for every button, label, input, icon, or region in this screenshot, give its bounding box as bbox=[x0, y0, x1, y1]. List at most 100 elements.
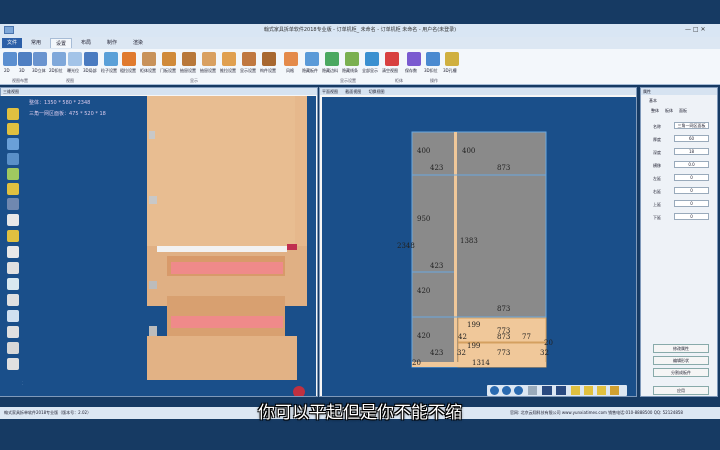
tab-render[interactable]: 渲染 bbox=[128, 38, 148, 48]
font-larger-icon[interactable] bbox=[542, 386, 552, 395]
window-controls[interactable]: — □ ✕ bbox=[685, 26, 706, 33]
edit-shape-button[interactable]: 编辑形状 bbox=[653, 356, 709, 365]
dim-label: 20 bbox=[544, 339, 553, 347]
tab-switch-view[interactable]: 切换视图 bbox=[369, 89, 385, 94]
hide-line-icon[interactable] bbox=[345, 52, 359, 66]
prop-bottom-field[interactable]: 0 bbox=[674, 213, 709, 220]
tab-file[interactable]: 文件 bbox=[2, 38, 23, 48]
slide-settings-icon[interactable] bbox=[222, 52, 236, 66]
dim-label: 2348 bbox=[397, 242, 415, 250]
prop-label: 厚度 bbox=[653, 137, 661, 142]
font-smaller-icon[interactable] bbox=[556, 386, 566, 395]
tab-whole[interactable]: 整体 bbox=[651, 108, 659, 114]
component-settings-icon[interactable] bbox=[262, 52, 276, 66]
properties-sub: 基本 bbox=[649, 98, 657, 103]
dim-label: 1314 bbox=[472, 359, 490, 367]
zoom-tool-icon[interactable] bbox=[7, 138, 19, 150]
prop-right-field[interactable]: 0 bbox=[674, 187, 709, 194]
grid-icon[interactable] bbox=[7, 278, 19, 290]
modify-properties-button[interactable]: 修改属性 bbox=[653, 344, 709, 353]
hide-edge-icon[interactable] bbox=[325, 52, 339, 66]
view-3d-icon[interactable] bbox=[18, 52, 32, 66]
split-board-button[interactable]: 分割成板件 bbox=[653, 368, 709, 377]
dim-label: 873 bbox=[497, 305, 511, 313]
ribbon-label: 3D局部 bbox=[83, 68, 97, 73]
tab-layout[interactable]: 布局 bbox=[76, 38, 96, 48]
particle-settings-icon[interactable] bbox=[104, 52, 118, 66]
lock-3-icon[interactable] bbox=[597, 386, 606, 395]
tab-face[interactable]: 面板 bbox=[679, 108, 687, 114]
ribbon-label: 3D bbox=[19, 68, 25, 73]
prop-left-field[interactable]: 0 bbox=[674, 174, 709, 181]
2d-viewport[interactable]: 400 400 423 873 950 423 1383 2348 420 87… bbox=[322, 97, 636, 396]
prop-top-field[interactable]: 0 bbox=[674, 200, 709, 207]
prop-offset-field[interactable]: 0.0 bbox=[674, 161, 709, 168]
zoom-out-icon[interactable] bbox=[502, 386, 511, 395]
prop-label: 横移 bbox=[653, 163, 661, 168]
local-3d-icon[interactable] bbox=[84, 52, 98, 66]
buckle-3d-icon[interactable] bbox=[426, 52, 440, 66]
cabinet-settings-icon[interactable] bbox=[142, 52, 156, 66]
ribbon-label: 2D bbox=[4, 68, 10, 73]
layer-icon[interactable] bbox=[7, 262, 19, 274]
hole-3d-icon[interactable] bbox=[445, 52, 459, 66]
tab-plan-view[interactable]: 平面视图 bbox=[322, 89, 338, 94]
lock-2-icon[interactable] bbox=[584, 386, 593, 395]
exposure-icon[interactable] bbox=[68, 52, 82, 66]
settings-icon[interactable] bbox=[7, 342, 19, 354]
tab-common[interactable]: 常用 bbox=[26, 38, 46, 48]
view-top-icon[interactable] bbox=[7, 214, 19, 226]
tab-section-view[interactable]: 截面视图 bbox=[345, 89, 361, 94]
ribbon-label: 3D扣位 bbox=[424, 68, 438, 73]
style-icon[interactable] bbox=[284, 52, 298, 66]
dim-label: 873 bbox=[497, 333, 511, 341]
view-2d-icon[interactable] bbox=[3, 52, 17, 66]
show-all-icon[interactable] bbox=[365, 52, 379, 66]
view-3d-solid-icon[interactable] bbox=[33, 52, 47, 66]
buckle-2d-icon[interactable] bbox=[52, 52, 66, 66]
drawer-settings-icon[interactable] bbox=[182, 52, 196, 66]
select-tool-icon[interactable] bbox=[7, 168, 19, 180]
print-view-icon[interactable] bbox=[528, 386, 537, 395]
3d-viewport[interactable]: 整体：1350 * 580 * 2348 三角一网区面板：475 * 520 *… bbox=[7, 96, 316, 396]
apply-button[interactable]: 应用 bbox=[653, 386, 709, 395]
hide-board-icon[interactable] bbox=[305, 52, 319, 66]
zoom-fit-icon[interactable] bbox=[514, 386, 523, 395]
view-side-icon[interactable] bbox=[7, 230, 19, 242]
door-settings-icon[interactable] bbox=[162, 52, 176, 66]
dim-label: 32 bbox=[457, 349, 466, 357]
prop-thickness-field[interactable]: 60 bbox=[674, 135, 709, 142]
tab-board[interactable]: 板体 bbox=[665, 108, 673, 114]
tab-make[interactable]: 制作 bbox=[102, 38, 122, 48]
quick-access-icon[interactable] bbox=[4, 26, 14, 34]
pan-tool-icon[interactable] bbox=[7, 153, 19, 165]
rotate-tool-icon[interactable] bbox=[7, 123, 19, 135]
ribbon-label: 3D孔槽 bbox=[443, 68, 457, 73]
palette-icon[interactable] bbox=[7, 246, 19, 258]
clear-view-icon[interactable] bbox=[385, 52, 399, 66]
measure-tool-icon[interactable] bbox=[7, 183, 19, 195]
prop-depth-field[interactable]: 18 bbox=[674, 148, 709, 155]
display-settings-icon[interactable] bbox=[242, 52, 256, 66]
snapshot-icon[interactable] bbox=[7, 294, 19, 306]
view-front-icon[interactable] bbox=[7, 198, 19, 210]
export-image-icon[interactable] bbox=[610, 386, 619, 395]
zoom-in-icon[interactable] bbox=[490, 386, 499, 395]
prop-name-field[interactable]: 三角一网区面板 bbox=[674, 122, 709, 129]
prop-label: 上延 bbox=[653, 202, 661, 207]
print-icon[interactable] bbox=[7, 358, 19, 370]
dim-label: 32 bbox=[540, 349, 549, 357]
move-tool-icon[interactable] bbox=[7, 108, 19, 120]
ribbon-label: 粒子设置 bbox=[101, 68, 117, 73]
dim-label: 773 bbox=[497, 349, 511, 357]
drawer-settings-2-icon[interactable] bbox=[202, 52, 216, 66]
save-count-icon[interactable] bbox=[407, 52, 421, 66]
export-icon[interactable] bbox=[7, 310, 19, 322]
tab-settings[interactable]: 设置 bbox=[50, 38, 73, 48]
dim-label: 199 bbox=[467, 342, 481, 350]
lock-icon[interactable] bbox=[571, 386, 580, 395]
edit-icon[interactable] bbox=[7, 326, 19, 338]
ribbon-label: 粗拉设置 bbox=[120, 68, 136, 73]
ribbon-label: 曝光位 bbox=[67, 68, 79, 73]
coarse-settings-icon[interactable] bbox=[122, 52, 136, 66]
